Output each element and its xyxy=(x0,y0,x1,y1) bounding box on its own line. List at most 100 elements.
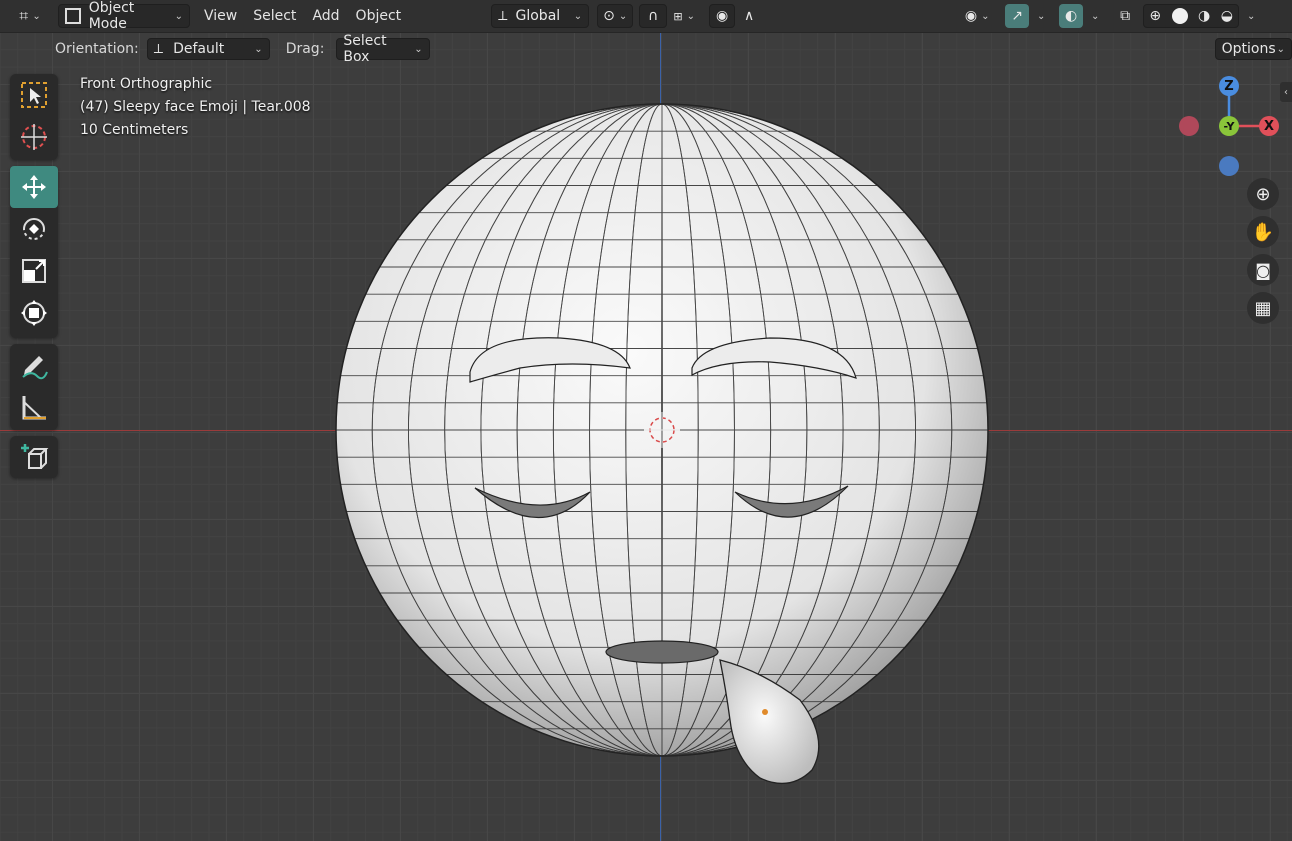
orientation-dropdown[interactable]: ⟂ Default ⌄ xyxy=(146,38,270,60)
zoom-button[interactable]: ⊕ xyxy=(1247,178,1279,210)
overlays-dropdown[interactable]: ⌄ xyxy=(1083,4,1103,28)
chevron-down-icon: ⌄ xyxy=(686,10,695,22)
orientation-axes-icon: ⟂ xyxy=(498,8,508,24)
shading-dropdown[interactable]: ⌄ xyxy=(1239,4,1259,28)
orientation-axes-icon: ⟂ xyxy=(153,41,164,57)
overlays-icon: ◐ xyxy=(1065,8,1078,24)
gizmo-dropdown[interactable]: ⌄ xyxy=(1029,4,1049,28)
gizmo-z-button[interactable]: Z xyxy=(1219,76,1239,96)
snap-increment-icon: ⊞ xyxy=(673,9,683,23)
menu-select[interactable]: Select xyxy=(245,4,304,28)
chevron-down-icon: ⌄ xyxy=(1246,10,1256,22)
chevron-down-icon: ⌄ xyxy=(1276,43,1285,55)
menu-add[interactable]: Add xyxy=(304,4,347,28)
move-tool[interactable] xyxy=(10,166,58,208)
editor-type-button[interactable]: ⌗ ⌄ xyxy=(10,4,50,28)
chevron-down-icon: ⌄ xyxy=(254,43,263,55)
drag-value: Select Box xyxy=(343,33,387,65)
chevron-down-icon: ⌄ xyxy=(618,10,628,22)
sidebar-toggle[interactable]: ‹ xyxy=(1280,82,1292,102)
transform-icon xyxy=(21,300,47,326)
object-info: (47) Sleepy face Emoji | Tear.008 xyxy=(80,99,311,115)
transform-orientation-label: Global xyxy=(515,8,561,24)
gizmo-icon: ↗ xyxy=(1011,8,1024,24)
chevron-down-icon: ⌄ xyxy=(1090,10,1100,22)
measure-icon xyxy=(22,396,46,420)
grid-icon: ▦ xyxy=(1254,297,1272,319)
options-label: Options xyxy=(1221,41,1276,57)
toolbar-transform-group xyxy=(10,166,58,338)
drag-dropdown[interactable]: Select Box ⌄ xyxy=(336,33,430,65)
shading-modes: ⊕ ◑ ◒ xyxy=(1143,4,1240,28)
measure-tool[interactable] xyxy=(10,386,58,428)
mode-dropdown[interactable]: Object Mode ⌄ xyxy=(58,0,190,32)
select-box-icon xyxy=(21,82,47,108)
hand-icon: ✋ xyxy=(1251,221,1275,243)
menu-object[interactable]: Object xyxy=(348,4,410,28)
xray-icon: ⧉ xyxy=(1120,8,1131,24)
camera-view-button[interactable]: ◙ xyxy=(1247,254,1279,286)
chevron-down-icon: ⌄ xyxy=(174,10,183,22)
orientation-value: Default xyxy=(173,41,225,57)
pivot-point-dropdown[interactable]: ⊙ ⌄ xyxy=(597,4,634,28)
3d-viewport[interactable] xyxy=(0,0,1292,841)
gizmo-z-label: Z xyxy=(1224,78,1234,94)
move-icon xyxy=(22,175,46,199)
rotate-icon xyxy=(23,218,45,240)
snap-toggle[interactable]: ∩ xyxy=(639,4,668,28)
overlays-toggle[interactable]: ◐ xyxy=(1059,4,1084,28)
toolbar-annotate-group xyxy=(10,344,58,430)
solid-shading-icon[interactable] xyxy=(1171,8,1188,24)
visibility-dropdown[interactable]: ◉ ⌄ xyxy=(959,4,995,28)
snap-target-dropdown[interactable]: ⊞ ⌄ xyxy=(667,4,701,28)
add-cube-icon xyxy=(21,444,49,469)
cursor-tool[interactable] xyxy=(10,116,58,158)
menu-view[interactable]: View xyxy=(196,4,245,28)
mode-label: Object Mode xyxy=(88,0,135,32)
gizmo-x-button[interactable]: X xyxy=(1259,116,1279,136)
gizmo-y-button[interactable]: -Y xyxy=(1219,116,1239,136)
chevron-down-icon: ⌄ xyxy=(1036,10,1046,22)
gizmo-y-label: -Y xyxy=(1223,119,1235,133)
object-mode-icon xyxy=(65,8,81,24)
gizmo-toggle[interactable]: ↗ xyxy=(1005,4,1030,28)
toolbar-select-group xyxy=(10,74,58,160)
rotate-tool[interactable] xyxy=(10,208,58,250)
select-box-tool[interactable] xyxy=(10,74,58,116)
rendered-shading-icon[interactable]: ◒ xyxy=(1221,8,1233,24)
transform-orientation-dropdown[interactable]: ⟂ Global ⌄ xyxy=(491,4,590,28)
gizmo-x-label: X xyxy=(1263,118,1275,134)
add-cube-tool[interactable] xyxy=(10,436,58,478)
eye-icon: ◉ xyxy=(964,8,978,24)
viewport-header: ⌗ ⌄ Object Mode ⌄ View Select Add Object … xyxy=(0,0,1292,33)
drag-label: Drag: xyxy=(285,41,325,57)
cursor-icon xyxy=(21,124,47,150)
falloff-curve-icon: ∧ xyxy=(744,8,755,24)
proportional-edit-toggle[interactable]: ◉ xyxy=(709,4,736,28)
emoji-mesh[interactable] xyxy=(0,0,1292,841)
falloff-dropdown[interactable]: ∧ xyxy=(735,4,763,28)
options-dropdown[interactable]: Options ⌄ xyxy=(1214,38,1292,60)
camera-icon: ◙ xyxy=(1255,260,1271,280)
zoom-icon: ⊕ xyxy=(1255,183,1271,205)
chevron-left-icon: ‹ xyxy=(1284,86,1288,98)
ortho-toggle-button[interactable]: ▦ xyxy=(1247,292,1279,324)
xray-toggle[interactable]: ⧉ xyxy=(1113,4,1137,28)
chevron-down-icon: ⌄ xyxy=(981,10,990,22)
scale-tool[interactable] xyxy=(10,250,58,292)
annotate-tool[interactable] xyxy=(10,344,58,386)
transform-tool[interactable] xyxy=(10,292,58,334)
pivot-icon: ⊙ xyxy=(603,8,615,24)
grid-scale: 10 Centimeters xyxy=(80,122,189,138)
wireframe-shading-icon[interactable]: ⊕ xyxy=(1149,8,1161,24)
toolbar-add-group xyxy=(10,436,58,478)
pan-button[interactable]: ✋ xyxy=(1247,216,1279,248)
proportional-edit-icon: ◉ xyxy=(716,8,729,24)
material-shading-icon[interactable]: ◑ xyxy=(1198,8,1210,24)
tool-settings-bar: Orientation: ⟂ Default ⌄ Drag: Select Bo… xyxy=(0,33,1292,65)
chevron-down-icon: ⌄ xyxy=(32,10,41,22)
annotate-icon xyxy=(22,356,48,380)
chevron-down-icon: ⌄ xyxy=(573,10,583,22)
view-name: Front Orthographic xyxy=(80,76,213,92)
orientation-label: Orientation: xyxy=(55,41,139,57)
